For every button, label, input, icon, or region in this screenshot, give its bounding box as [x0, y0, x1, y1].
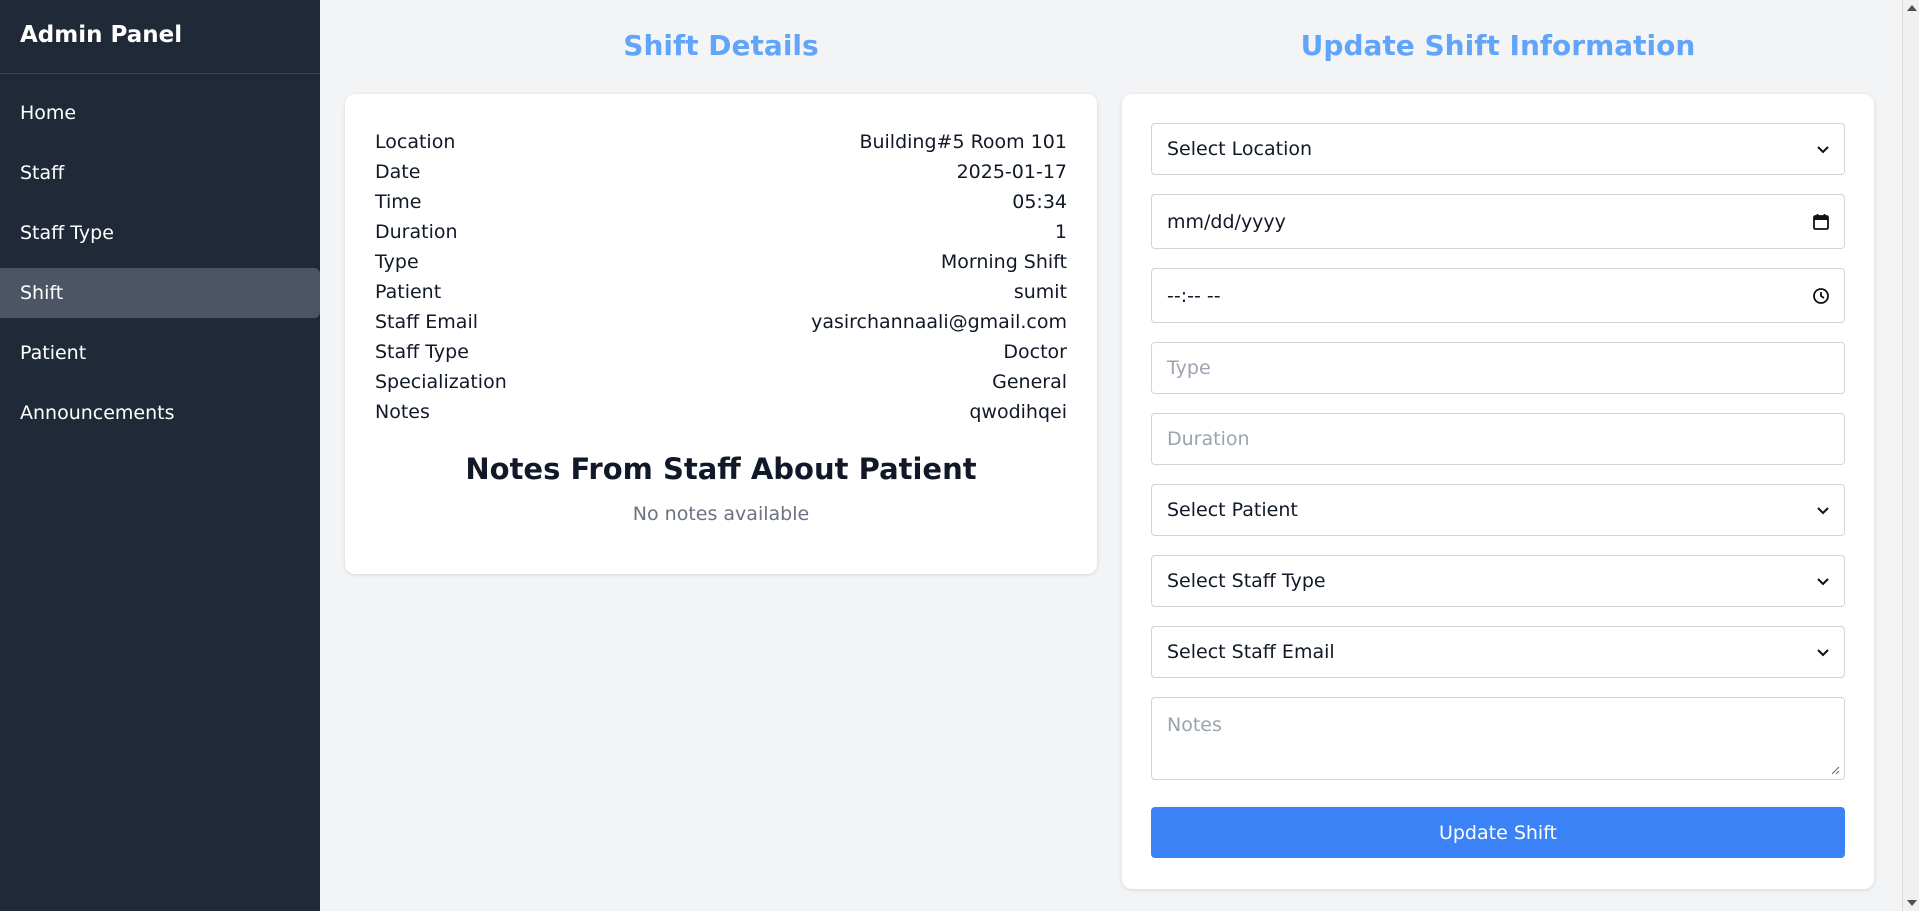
chevron-down-icon — [1817, 578, 1829, 586]
sidebar-item-staff[interactable]: Staff — [0, 148, 320, 198]
detail-value: 2025-01-17 — [956, 161, 1067, 183]
staff-notes-heading: Notes From Staff About Patient — [465, 452, 977, 486]
update-shift-title: Update Shift Information — [1300, 29, 1696, 62]
detail-label: Time — [375, 191, 422, 213]
time-input[interactable]: --:-- -- — [1151, 268, 1845, 323]
shift-details-section: Shift Details Location Building#5 Room 1… — [345, 0, 1097, 574]
detail-label: Staff Type — [375, 341, 469, 363]
detail-label: Notes — [375, 401, 430, 423]
shift-details-title: Shift Details — [623, 29, 819, 62]
chevron-down-icon — [1817, 649, 1829, 657]
detail-value: yasirchannaali@gmail.com — [811, 311, 1067, 333]
no-notes-message: No notes available — [632, 503, 810, 525]
detail-row-patient: Patient sumit — [375, 277, 1067, 307]
detail-value: sumit — [1013, 281, 1067, 303]
date-input[interactable]: mm/dd/yyyy — [1151, 194, 1845, 249]
sidebar-item-staff-type[interactable]: Staff Type — [0, 208, 320, 258]
detail-label: Patient — [375, 281, 442, 303]
date-input-value: mm/dd/yyyy — [1167, 210, 1286, 233]
detail-row-location: Location Building#5 Room 101 — [375, 127, 1067, 157]
resize-handle-icon[interactable] — [1830, 765, 1840, 775]
page-scrollbar[interactable] — [1902, 0, 1919, 911]
update-shift-button[interactable]: Update Shift — [1151, 807, 1845, 858]
detail-value: 1 — [1054, 221, 1067, 243]
detail-row-type: Type Morning Shift — [375, 247, 1067, 277]
brand-title: Admin Panel — [0, 0, 320, 74]
detail-label: Type — [375, 251, 419, 273]
detail-row-notes: Notes qwodihqei — [375, 397, 1067, 427]
detail-label: Location — [375, 131, 456, 153]
sidebar-item-patient[interactable]: Patient — [0, 328, 320, 378]
chevron-down-icon — [1817, 146, 1829, 154]
shift-details-card: Location Building#5 Room 101 Date 2025-0… — [345, 94, 1097, 574]
detail-row-date: Date 2025-01-17 — [375, 157, 1067, 187]
detail-row-staff-email: Staff Email yasirchannaali@gmail.com — [375, 307, 1067, 337]
type-placeholder: Type — [1167, 357, 1211, 379]
detail-value: Morning Shift — [940, 251, 1067, 273]
detail-value: 05:34 — [1012, 191, 1067, 213]
sidebar-item-shift[interactable]: Shift — [0, 268, 320, 318]
location-select-value: Select Location — [1167, 138, 1313, 160]
staff-email-select[interactable]: Select Staff Email — [1151, 626, 1845, 678]
sidebar: Admin Panel Home Staff Staff Type Shift … — [0, 0, 320, 911]
detail-label: Date — [375, 161, 421, 183]
detail-row-staff-type: Staff Type Doctor — [375, 337, 1067, 367]
sidebar-item-announcements[interactable]: Announcements — [0, 388, 320, 438]
type-input[interactable]: Type — [1151, 342, 1845, 394]
update-shift-form: Select Location mm/dd/yyyy --:-- -- Type… — [1122, 94, 1874, 889]
chevron-down-icon — [1817, 507, 1829, 515]
staff-email-select-value: Select Staff Email — [1167, 641, 1335, 663]
detail-value: Building#5 Room 101 — [859, 131, 1067, 153]
detail-label: Staff Email — [375, 311, 478, 333]
sidebar-item-home[interactable]: Home — [0, 88, 320, 138]
duration-input[interactable]: Duration — [1151, 413, 1845, 465]
update-shift-section: Update Shift Information Select Location… — [1122, 0, 1874, 889]
detail-row-specialization: Specialization General — [375, 367, 1067, 397]
detail-label: Specialization — [375, 371, 507, 393]
patient-select[interactable]: Select Patient — [1151, 484, 1845, 536]
patient-select-value: Select Patient — [1167, 499, 1298, 521]
detail-label: Duration — [375, 221, 458, 243]
notes-textarea[interactable]: Notes — [1151, 697, 1845, 780]
calendar-icon[interactable] — [1812, 213, 1830, 231]
location-select[interactable]: Select Location — [1151, 123, 1845, 175]
scroll-down-arrow-icon[interactable] — [1907, 900, 1917, 906]
detail-value: Doctor — [1003, 341, 1067, 363]
staff-type-select-value: Select Staff Type — [1167, 570, 1326, 592]
notes-placeholder: Notes — [1167, 714, 1222, 736]
clock-icon[interactable] — [1812, 287, 1830, 305]
detail-row-time: Time 05:34 — [375, 187, 1067, 217]
detail-value: General — [992, 371, 1067, 393]
detail-value: qwodihqei — [969, 401, 1067, 423]
staff-type-select[interactable]: Select Staff Type — [1151, 555, 1845, 607]
detail-row-duration: Duration 1 — [375, 217, 1067, 247]
sidebar-nav: Home Staff Staff Type Shift Patient Anno… — [0, 74, 320, 438]
scroll-up-arrow-icon[interactable] — [1907, 5, 1917, 11]
time-input-value: --:-- -- — [1167, 284, 1221, 307]
duration-placeholder: Duration — [1167, 428, 1250, 450]
